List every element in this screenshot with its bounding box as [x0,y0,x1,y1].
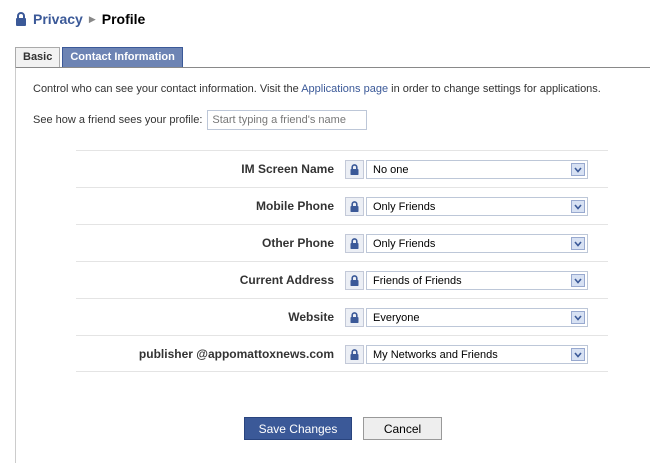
save-changes-button[interactable]: Save Changes [244,417,352,440]
privacy-lock-button[interactable] [345,271,364,290]
chevron-down-icon [571,163,585,176]
chevron-down-icon [571,348,585,361]
privacy-select[interactable]: Friends of Friends [366,271,588,290]
select-value: Friends of Friends [373,275,462,287]
applications-page-link[interactable]: Applications page [301,83,388,95]
privacy-select[interactable]: Only Friends [366,234,588,253]
lock-icon [350,201,359,212]
lock-icon [350,275,359,286]
setting-row-current-address: Current Address Friends of Friends [76,261,608,298]
tab-bar: Basic Contact Information [15,47,183,68]
lock-icon [15,12,27,26]
intro-text: Control who can see your contact informa… [33,83,601,95]
privacy-lock-button[interactable] [345,197,364,216]
preview-label: See how a friend sees your profile: [33,114,203,126]
breadcrumb-separator-icon: ▶ [88,13,96,24]
profile-preview: See how a friend sees your profile: [33,110,368,130]
privacy-select[interactable]: My Networks and Friends [366,345,588,364]
privacy-select[interactable]: No one [366,160,588,179]
chevron-down-icon [571,237,585,250]
contact-settings-panel: Control who can see your contact informa… [15,67,650,463]
intro-text-after: in order to change settings for applicat… [388,83,601,95]
select-value: Everyone [373,312,420,324]
lock-icon [350,312,359,323]
breadcrumb-privacy-link[interactable]: Privacy [33,11,83,27]
page-title: Profile [101,11,146,27]
privacy-lock-button[interactable] [345,345,364,364]
select-value: Only Friends [373,238,436,250]
setting-label: Current Address [239,273,334,287]
setting-row-other-phone: Other Phone Only Friends [76,224,608,261]
setting-row-website: Website Everyone [76,298,608,335]
setting-label: publisher @appomattoxnews.com [138,347,334,361]
friend-name-input[interactable] [207,110,368,130]
setting-row-mobile-phone: Mobile Phone Only Friends [76,187,608,224]
form-actions: Save Changes Cancel [244,417,442,440]
chevron-down-icon [571,311,585,324]
cancel-button[interactable]: Cancel [363,417,442,440]
privacy-lock-button[interactable] [345,234,364,253]
setting-label: Mobile Phone [256,199,334,213]
privacy-lock-button[interactable] [345,160,364,179]
breadcrumb: Privacy ▶ Profile [15,9,145,29]
lock-icon [350,349,359,360]
lock-icon [350,238,359,249]
setting-row-email: publisher @appomattoxnews.com My Network… [76,335,608,372]
settings-list: IM Screen Name No one Mobile Phone Only … [76,150,608,372]
setting-row-im-screen-name: IM Screen Name No one [76,150,608,187]
select-value: My Networks and Friends [373,349,498,361]
privacy-select[interactable]: Only Friends [366,197,588,216]
tab-basic[interactable]: Basic [15,47,61,68]
lock-icon [350,164,359,175]
privacy-select[interactable]: Everyone [366,308,588,327]
setting-label: IM Screen Name [241,162,334,176]
select-value: Only Friends [373,201,436,213]
setting-label: Other Phone [261,236,334,250]
tab-contact-information[interactable]: Contact Information [62,47,183,68]
setting-label: Website [288,310,334,324]
intro-text-before: Control who can see your contact informa… [33,83,302,95]
privacy-lock-button[interactable] [345,308,364,327]
chevron-down-icon [571,200,585,213]
select-value: No one [373,164,409,176]
chevron-down-icon [571,274,585,287]
